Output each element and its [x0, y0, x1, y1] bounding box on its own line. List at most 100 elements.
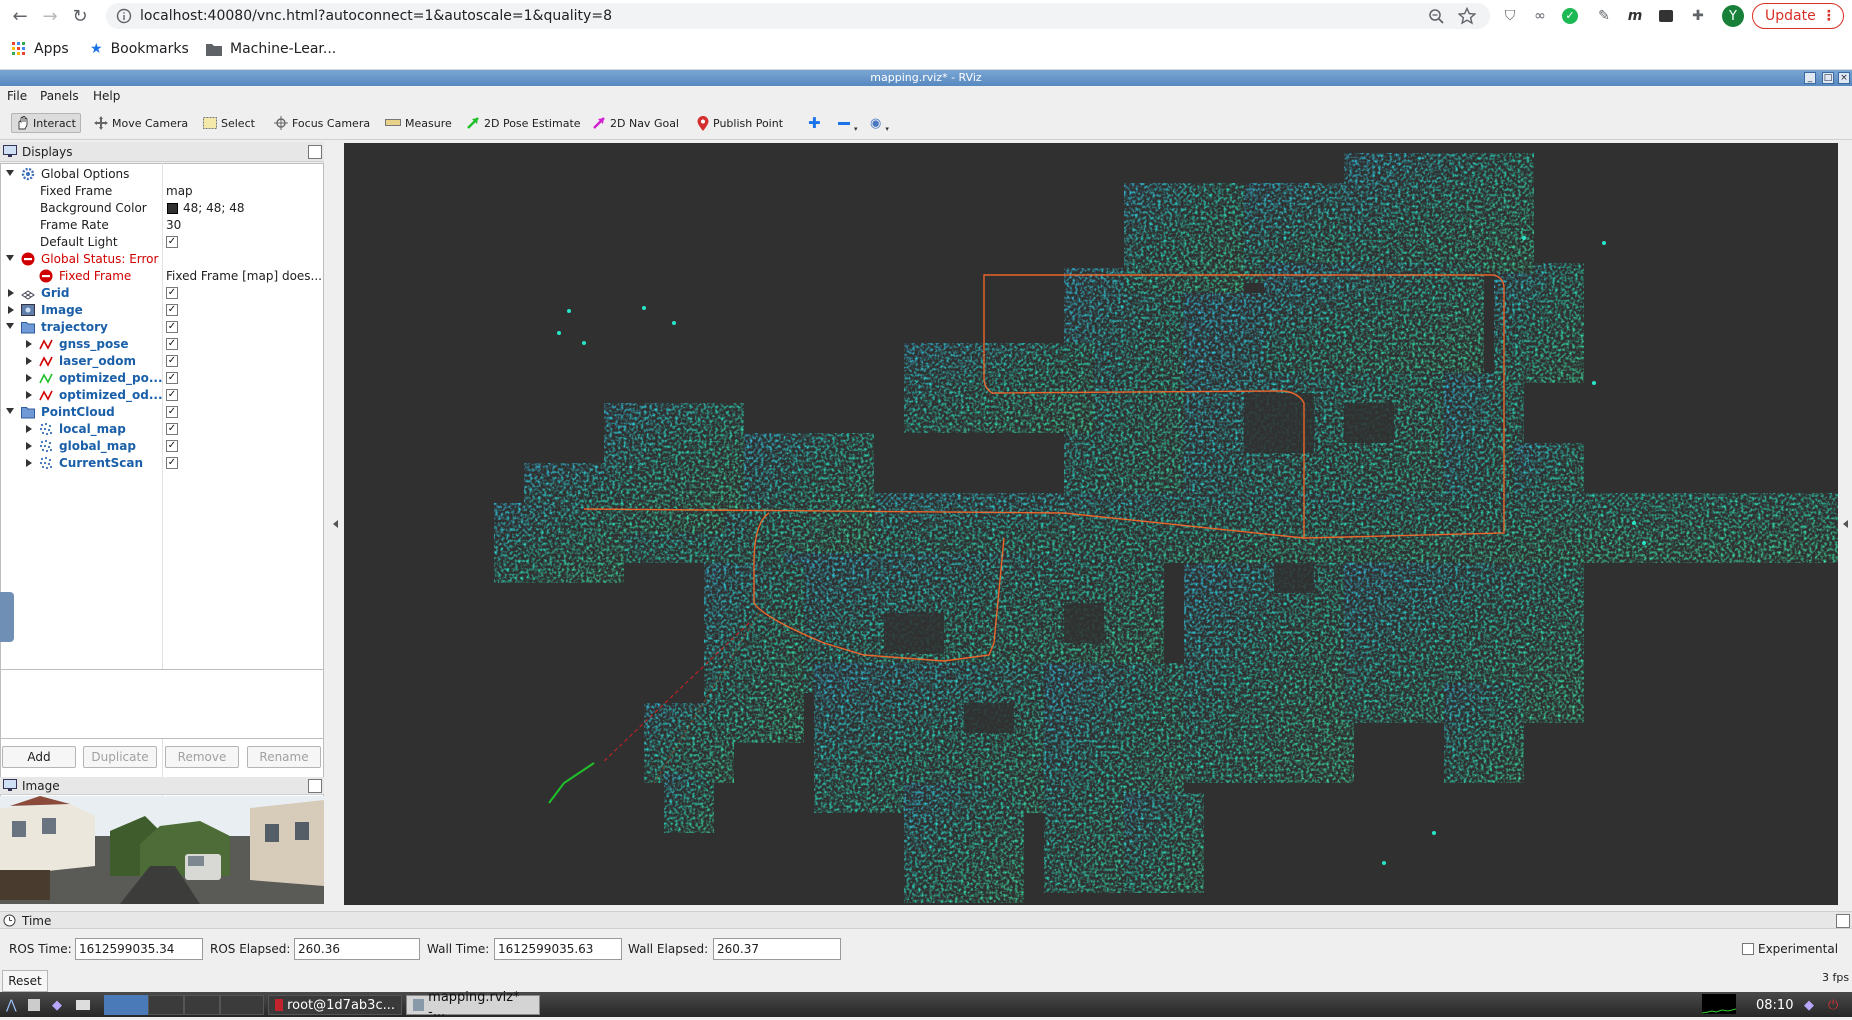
panel-undock-button[interactable]: [308, 779, 322, 793]
default-light-checkbox[interactable]: ✓: [166, 236, 178, 248]
expand-arrow-icon[interactable]: [26, 340, 32, 348]
bookmark-machine-learning[interactable]: Machine-Lear...: [206, 39, 336, 59]
reload-button[interactable]: ↻: [68, 4, 92, 28]
back-button[interactable]: ←: [8, 4, 32, 28]
bookmark-apps[interactable]: Apps: [12, 39, 69, 59]
background-color-value[interactable]: 48; 48; 48: [183, 201, 245, 215]
experimental-checkbox[interactable]: [1742, 943, 1754, 955]
update-button[interactable]: Update ⋮: [1752, 3, 1844, 29]
quick-launch-windows[interactable]: [70, 995, 96, 1015]
collapse-left-handle-icon[interactable]: [333, 520, 338, 528]
local-map-checkbox[interactable]: ✓: [166, 423, 178, 435]
workspace-3[interactable]: [184, 995, 220, 1015]
extension-shield-icon[interactable]: ⛉: [1500, 6, 1520, 26]
windows-icon: [76, 1000, 90, 1010]
panel-undock-button[interactable]: [308, 145, 322, 159]
expand-arrow-icon[interactable]: [26, 391, 32, 399]
add-tool-button[interactable]: ✚: [808, 113, 821, 133]
extension-m-icon[interactable]: m: [1625, 6, 1645, 26]
wall-elapsed-field[interactable]: 260.37: [713, 938, 841, 960]
expand-arrow-icon[interactable]: [8, 306, 14, 314]
global-map-checkbox[interactable]: ✓: [166, 440, 178, 452]
expand-arrow-icon[interactable]: [6, 255, 14, 261]
workspace-4[interactable]: [220, 995, 264, 1015]
panel-undock-button[interactable]: [1836, 914, 1850, 928]
expand-arrow-icon[interactable]: [26, 442, 32, 450]
duplicate-display-button[interactable]: Duplicate: [83, 746, 157, 768]
extension-eyedropper-icon[interactable]: ✎: [1594, 6, 1614, 26]
extension-link-icon[interactable]: ∞: [1530, 6, 1550, 26]
point-cloud-map[interactable]: [344, 143, 1838, 905]
expand-arrow-icon[interactable]: [6, 408, 14, 414]
taskbar-rviz[interactable]: mapping.rviz* -...: [406, 990, 540, 1020]
extensions-puzzle-icon[interactable]: ✚: [1688, 6, 1708, 26]
profile-avatar[interactable]: Y: [1722, 5, 1744, 27]
browser-chrome: ← → ↻ localhost:40080/vnc.html?autoconne…: [0, 0, 1852, 70]
image-checkbox[interactable]: ✓: [166, 304, 178, 316]
tool-properties-button[interactable]: ◉ ▾: [870, 113, 889, 134]
extension-check-icon[interactable]: ✓: [1560, 6, 1580, 26]
close-button[interactable]: ×: [1838, 72, 1850, 84]
menu-help[interactable]: Help: [93, 89, 120, 103]
remove-display-button[interactable]: Remove: [165, 746, 239, 768]
zoom-icon[interactable]: [1428, 8, 1444, 24]
menu-file[interactable]: File: [7, 89, 27, 103]
tool-2d-nav-goal[interactable]: 2D Nav Goal: [592, 113, 679, 133]
optimized-odom-checkbox[interactable]: ✓: [166, 389, 178, 401]
fixed-frame-value[interactable]: map: [166, 184, 193, 198]
trajectory-checkbox[interactable]: ✓: [166, 321, 178, 333]
expand-arrow-icon[interactable]: [26, 425, 32, 433]
expand-arrow-icon[interactable]: [26, 459, 32, 467]
wall-time-field[interactable]: 1612599035.63: [494, 938, 622, 960]
bookmark-bookmarks[interactable]: ★ Bookmarks: [90, 39, 189, 59]
diamond-icon: ◆: [52, 997, 62, 1013]
tool-focus-camera[interactable]: Focus Camera: [274, 113, 370, 133]
tool-interact[interactable]: Interact: [11, 113, 81, 133]
grid-checkbox[interactable]: ✓: [166, 287, 178, 299]
add-display-button[interactable]: Add: [2, 746, 76, 768]
tray-power-icon[interactable]: ⏻: [1822, 995, 1844, 1015]
ros-elapsed-field[interactable]: 260.36: [294, 938, 420, 960]
expand-arrow-icon[interactable]: [6, 170, 14, 176]
quick-launch-files[interactable]: [22, 995, 46, 1015]
remove-tool-button[interactable]: ▾: [838, 113, 858, 133]
reset-button[interactable]: Reset: [2, 970, 48, 992]
point-cloud-icon: [39, 439, 53, 453]
taskbar-terminal[interactable]: root@1d7ab3c...: [268, 995, 402, 1015]
laser-odom-checkbox[interactable]: ✓: [166, 355, 178, 367]
gnss-pose-checkbox[interactable]: ✓: [166, 338, 178, 350]
tool-publish-point[interactable]: Publish Point: [697, 113, 783, 133]
bookmark-star-icon[interactable]: [1458, 7, 1476, 25]
ros-time-field[interactable]: 1612599035.34: [75, 938, 203, 960]
maximize-button[interactable]: □: [1822, 72, 1834, 84]
tool-select[interactable]: Select: [203, 113, 255, 133]
minimize-button[interactable]: _: [1804, 72, 1816, 84]
render-3d-view[interactable]: [344, 143, 1838, 905]
start-menu-button[interactable]: ⋀: [0, 995, 23, 1015]
current-scan-checkbox[interactable]: ✓: [166, 457, 178, 469]
workspace-2[interactable]: [148, 995, 184, 1015]
select-icon: [203, 117, 217, 129]
address-bar[interactable]: localhost:40080/vnc.html?autoconnect=1&a…: [106, 3, 1490, 29]
tool-move-camera[interactable]: Move Camera: [94, 113, 188, 133]
forward-button[interactable]: →: [38, 4, 62, 28]
expand-arrow-icon[interactable]: [8, 289, 14, 297]
workspace-1[interactable]: [104, 995, 148, 1015]
frame-rate-value[interactable]: 30: [166, 218, 181, 232]
expand-arrow-icon[interactable]: [6, 323, 14, 329]
optimized-pose-checkbox[interactable]: ✓: [166, 372, 178, 384]
pointcloud-checkbox[interactable]: ✓: [166, 406, 178, 418]
camera-image-view: [0, 796, 324, 904]
collapse-right-handle-icon[interactable]: [1843, 520, 1848, 528]
tool-measure[interactable]: Measure: [385, 113, 452, 133]
rename-display-button[interactable]: Rename: [247, 746, 321, 768]
color-swatch[interactable]: [167, 203, 178, 214]
menu-panels[interactable]: Panels: [40, 89, 79, 103]
expand-arrow-icon[interactable]: [26, 374, 32, 382]
extension-terminal-icon[interactable]: [1656, 6, 1676, 26]
expand-arrow-icon[interactable]: [26, 357, 32, 365]
tool-2d-pose-estimate[interactable]: 2D Pose Estimate: [466, 113, 581, 133]
quick-launch-apps[interactable]: ◆: [46, 995, 68, 1015]
tray-network-icon[interactable]: ◆: [1798, 995, 1820, 1015]
side-dock-handle[interactable]: [0, 592, 14, 642]
